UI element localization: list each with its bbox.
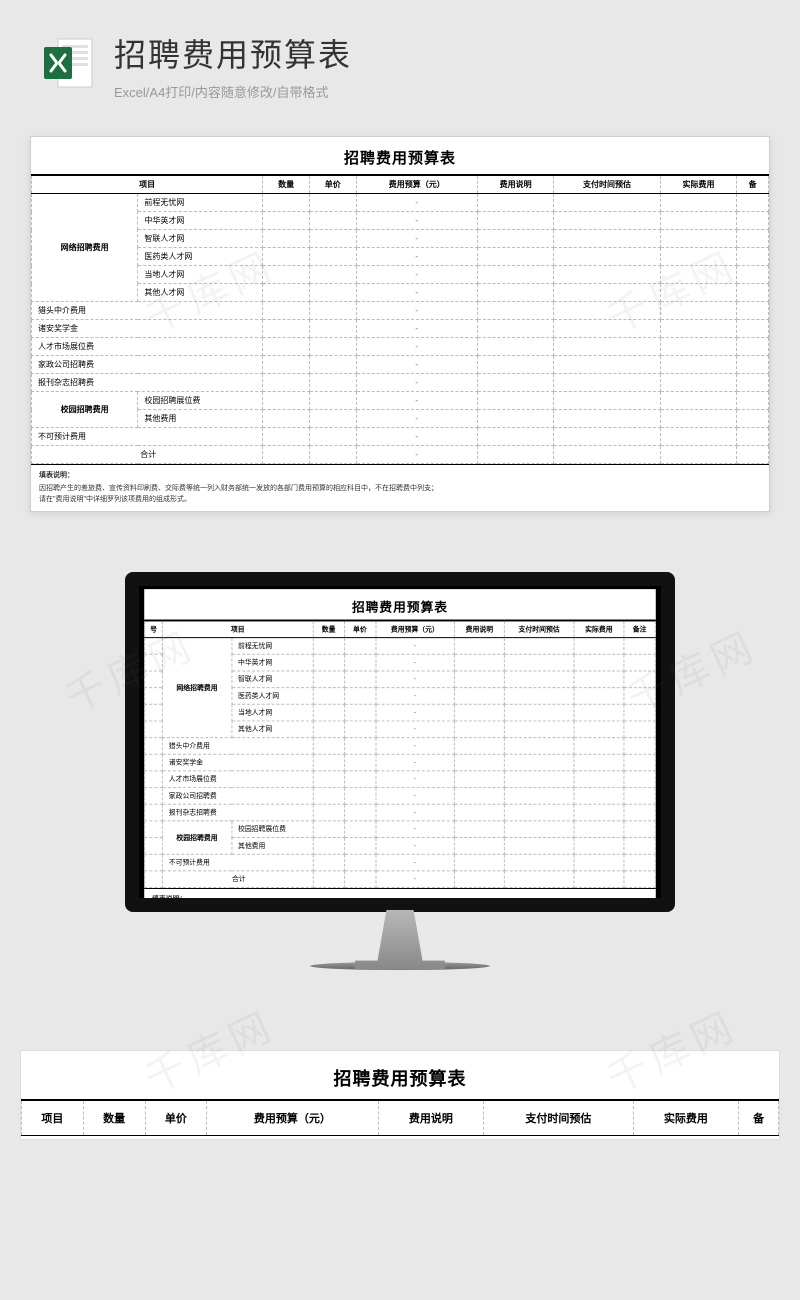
table-notes-monitor: 填表说明： 1.因招聘产生的差旅费、宣传资料印刷费、交际费等统一列入财务部统一发… [144,888,656,912]
spreadsheet-preview-crop: 招聘费用预算表 项目数量单价费用预算（元）费用说明支付时间预估实际费用备 [20,1050,780,1140]
budget-table-monitor: 号项目数量单价费用预算（元）费用说明支付时间预估实际费用备注 网络招聘费用前程无… [144,619,656,888]
sheet-title-monitor: 招聘费用预算表 [144,589,656,619]
page-title: 招聘费用预算表 [114,30,352,76]
page-header: 招聘费用预算表 Excel/A4打印/内容随意修改/自带格式 [0,0,800,126]
sheet-title-crop: 招聘费用预算表 [21,1051,779,1099]
sheet-title: 招聘费用预算表 [31,137,769,174]
page-subtitle: Excel/A4打印/内容随意修改/自带格式 [114,82,352,101]
monitor-mockup: 招聘费用预算表 号项目数量单价费用预算（元）费用说明支付时间预估实际费用备注 网… [0,572,800,970]
budget-table-crop: 项目数量单价费用预算（元）费用说明支付时间预估实际费用备 [21,1099,779,1137]
budget-table: 项目数量单价费用预算（元）费用说明支付时间预估实际费用备 网络招聘费用前程无忧网… [31,174,769,464]
excel-icon [40,35,96,96]
spreadsheet-preview-top: 招聘费用预算表 项目数量单价费用预算（元）费用说明支付时间预估实际费用备 网络招… [30,136,770,512]
table-notes: 填表说明： 因招聘产生的差旅费、宣传资料印刷费、交际费等统一列入财务部统一发放的… [31,464,769,511]
